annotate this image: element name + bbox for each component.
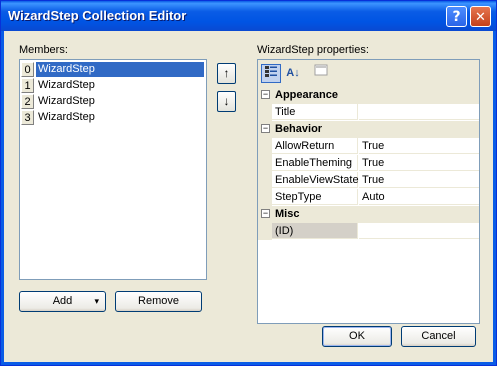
row-gutter [258, 189, 272, 206]
cancel-button[interactable]: Cancel [401, 326, 476, 347]
property-value[interactable] [359, 104, 479, 120]
member-label: WizardStep [38, 95, 95, 107]
property-pages-icon [314, 64, 328, 76]
category-label: Appearance [275, 89, 338, 101]
property-name: EnableTheming [272, 155, 358, 171]
property-value[interactable] [359, 223, 479, 239]
list-item[interactable]: 0 WizardStep [20, 62, 206, 78]
add-button[interactable]: Add ▾ [19, 291, 106, 312]
member-label: WizardStep [36, 62, 204, 77]
collapse-icon[interactable]: − [261, 209, 270, 218]
list-item[interactable]: 1 WizardStep [20, 78, 206, 94]
remove-button[interactable]: Remove [115, 291, 202, 312]
members-label: Members: [19, 44, 68, 56]
list-item[interactable]: 3 WizardStep [20, 110, 206, 126]
ok-button[interactable]: OK [322, 326, 392, 347]
property-value[interactable]: True [359, 138, 479, 154]
add-button-label: Add [52, 295, 73, 307]
property-value[interactable]: Auto [359, 189, 479, 205]
property-row-steptype[interactable]: StepType Auto [258, 189, 479, 206]
collection-editor-window: WizardStep Collection Editor ? ✕ Members… [0, 0, 497, 366]
property-value[interactable]: True [359, 155, 479, 171]
collapse-icon[interactable]: − [261, 90, 270, 99]
row-gutter [258, 138, 272, 155]
dialog-body: Members: 0 WizardStep 1 WizardStep 2 Wiz… [4, 31, 493, 362]
row-gutter [258, 104, 272, 121]
property-name: Title [272, 104, 358, 120]
property-name: AllowReturn [272, 138, 358, 154]
members-list[interactable]: 0 WizardStep 1 WizardStep 2 WizardStep 3… [19, 59, 207, 280]
member-index: 1 [21, 78, 34, 93]
member-index: 0 [21, 62, 34, 77]
category-behavior[interactable]: − Behavior [258, 121, 479, 138]
row-gutter [258, 172, 272, 189]
property-grid[interactable]: A↓ − Appearance Title − Behavior AllowRe… [257, 59, 480, 324]
list-item[interactable]: 2 WizardStep [20, 94, 206, 110]
property-row-title[interactable]: Title [258, 104, 479, 121]
window-title: WizardStep Collection Editor [8, 8, 187, 23]
properties-label: WizardStep properties: [257, 44, 369, 56]
property-name: (ID) [272, 223, 358, 239]
close-button[interactable]: ✕ [470, 6, 491, 27]
property-value[interactable]: True [359, 172, 479, 188]
member-index: 3 [21, 110, 34, 125]
category-appearance[interactable]: − Appearance [258, 87, 479, 104]
arrow-down-icon: ↓ [223, 94, 230, 108]
row-gutter [258, 223, 272, 240]
collapse-icon[interactable]: − [261, 124, 270, 133]
property-grid-toolbar: A↓ [258, 60, 479, 88]
title-bar[interactable]: WizardStep Collection Editor ? ✕ [1, 1, 496, 31]
property-row-enabletheming[interactable]: EnableTheming True [258, 155, 479, 172]
categorized-button[interactable] [261, 64, 281, 83]
property-row-enableviewstate[interactable]: EnableViewState True [258, 172, 479, 189]
help-button[interactable]: ? [446, 6, 467, 27]
sort-alphabetical-icon: A↓ [286, 67, 300, 79]
category-label: Misc [275, 208, 300, 220]
category-misc[interactable]: − Misc [258, 206, 479, 223]
category-label: Behavior [275, 123, 323, 135]
arrow-up-icon: ↑ [223, 66, 230, 80]
alphabetical-button[interactable]: A↓ [283, 64, 303, 83]
help-icon: ? [452, 9, 461, 25]
property-pages-button[interactable] [311, 64, 331, 83]
dropdown-arrow-icon[interactable]: ▾ [94, 292, 99, 311]
move-up-button[interactable]: ↑ [217, 63, 236, 84]
property-row-id[interactable]: (ID) [258, 223, 479, 240]
row-gutter [258, 155, 272, 172]
categorized-icon [265, 66, 277, 77]
move-down-button[interactable]: ↓ [217, 91, 236, 112]
property-row-allowreturn[interactable]: AllowReturn True [258, 138, 479, 155]
property-name: EnableViewState [272, 172, 359, 188]
close-icon: ✕ [475, 10, 486, 25]
member-index: 2 [21, 94, 34, 109]
member-label: WizardStep [38, 79, 95, 91]
member-label: WizardStep [38, 111, 95, 123]
property-name: StepType [272, 189, 358, 205]
